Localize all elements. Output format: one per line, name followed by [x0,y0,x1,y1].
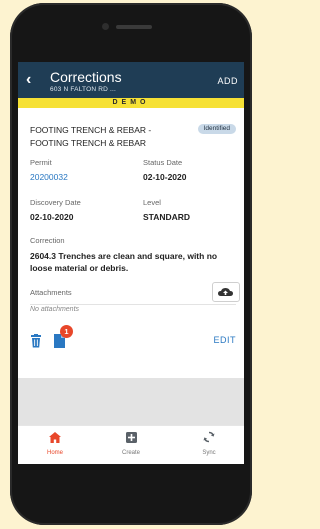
app-screen: ‹ Corrections 603 N FALTON RD ... ADD DE… [18,62,244,464]
nav-home[interactable]: Home [30,430,80,456]
nav-sync[interactable]: Sync [184,430,234,456]
permit-link[interactable]: 20200032 [30,172,68,182]
correction-title: FOOTING TRENCH & REBAR - FOOTING TRENCH … [30,125,152,148]
level-label: Level [143,198,161,207]
speaker-grille [116,25,152,29]
correction-label: Correction [30,236,65,245]
page-title: Corrections [50,69,122,85]
status-date-label: Status Date [143,158,183,167]
upload-attachment-button[interactable] [212,282,240,302]
nav-create-label: Create [121,450,140,456]
back-arrow-icon[interactable]: ‹ [26,71,42,89]
home-icon [49,432,61,443]
add-button[interactable]: ADD [217,76,238,86]
address-subtitle: 603 N FALTON RD ... [50,86,117,93]
status-badge: Identified [197,124,236,134]
edit-button[interactable]: EDIT [213,335,236,345]
nav-create[interactable]: Create [106,430,156,456]
no-attachments-text: No attachments [30,306,80,313]
discovery-date-value: 02-10-2020 [30,212,74,222]
permit-label: Permit [30,158,52,167]
front-camera [102,23,109,30]
correction-card: FOOTING TRENCH & REBAR - FOOTING TRENCH … [18,108,244,378]
notification-badge: 1 [60,325,73,338]
sync-icon [203,431,215,443]
trash-icon[interactable] [30,334,42,348]
nav-home-label: Home [46,450,63,456]
top-app-bar: ‹ Corrections 603 N FALTON RD ... ADD [18,62,244,98]
cloud-upload-icon [218,288,233,296]
status-date-value: 02-10-2020 [143,172,187,182]
plus-icon [125,432,137,443]
level-value: STANDARD [143,212,191,222]
attachments-divider [30,304,236,305]
nav-sync-label: Sync [202,450,216,456]
attachments-label: Attachments [30,288,72,297]
correction-text: 2604.3 Trenches are clean and square, wi… [30,251,218,273]
bottom-navigation: Home Create Sync [18,425,244,464]
demo-banner: DEMO [18,98,244,108]
empty-content-area [18,378,244,425]
discovery-date-label: Discovery Date [30,198,81,207]
